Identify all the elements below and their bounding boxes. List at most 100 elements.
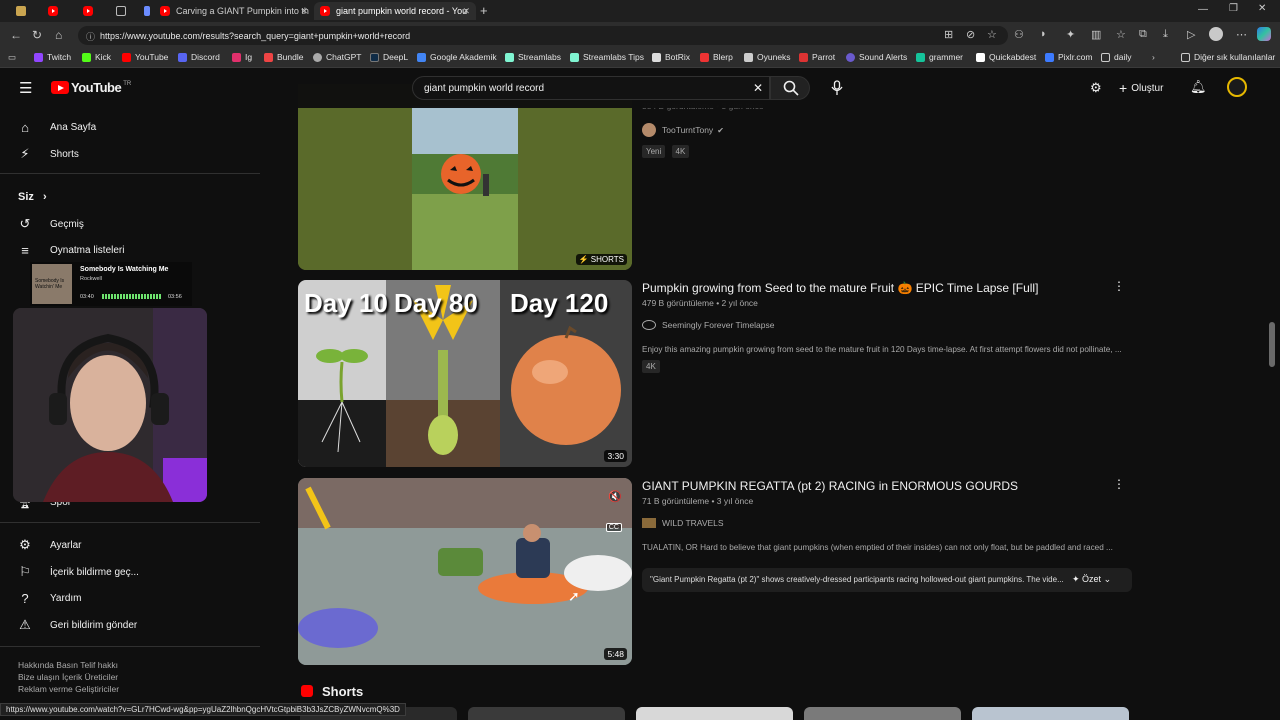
sidebar-item-shorts[interactable]: ⚡︎ Shorts [18, 144, 78, 164]
create-button[interactable]: + Oluştur [1119, 80, 1163, 96]
footer-links-1[interactable]: Hakkında Basın Telif hakkı [18, 660, 118, 670]
close-tab-icon[interactable]: ✕ [300, 6, 308, 17]
sidebar-item-history[interactable]: ↺ Geçmiş [18, 214, 84, 234]
page-scrollbar-thumb[interactable] [1269, 322, 1275, 367]
tab-pinned-2[interactable] [48, 2, 66, 20]
profile-avatar-icon[interactable] [1209, 27, 1223, 41]
close-tab-icon[interactable]: ✕ [462, 6, 470, 17]
restore-button[interactable]: ❐ [1229, 3, 1238, 14]
footer-links-2[interactable]: Bize ulaşın İçerik Üreticiler [18, 672, 118, 682]
short-card-2[interactable] [468, 707, 625, 720]
favorites-icon[interactable]: ☆ [1116, 28, 1126, 41]
footer-links-3[interactable]: Reklam verme Geliştiriciler [18, 684, 119, 694]
bookmark-folder-other[interactable]: Diğer sık kullanılanlar [1181, 52, 1275, 62]
bookmark-ig[interactable]: Ig [232, 52, 252, 62]
tab-carving-pumpkin[interactable]: Carving a GIANT Pumpkin into th ✕ [156, 2, 314, 20]
channel-row[interactable]: WILD TRAVELS [642, 518, 724, 528]
bookmark-discord[interactable]: Discord [178, 52, 220, 62]
tab-pinned-5[interactable] [144, 2, 152, 20]
bookmarks-overflow-icon[interactable]: › [1152, 52, 1155, 62]
bookmark-streamlabs[interactable]: Streamlabs [505, 52, 561, 62]
video-thumbnail-shorts[interactable]: ⚡ SHORTS [298, 84, 632, 270]
more-actions-icon[interactable]: ⋮ [1113, 477, 1125, 491]
site-info-icon[interactable]: ⓘ [86, 30, 95, 43]
channel-avatar[interactable] [642, 123, 656, 137]
short-card-5[interactable] [972, 707, 1129, 720]
tracking-icon[interactable]: ⊘ [966, 28, 975, 41]
extensions-icon[interactable]: ✦ [1066, 28, 1075, 41]
bookmark-twitch[interactable]: Twitch [34, 52, 71, 62]
short-card-4[interactable] [804, 707, 961, 720]
notifications-bell-icon[interactable]: 🔔︎ [1190, 79, 1207, 95]
youtube-logo[interactable]: YouTube TR [51, 80, 131, 95]
short-card-3[interactable] [636, 707, 793, 720]
bookmark-google-akademik[interactable]: Google Akademik [417, 52, 497, 62]
captions-icon[interactable]: CC [605, 523, 622, 532]
home-icon[interactable]: ⌂ [55, 28, 62, 42]
reload-icon[interactable]: ↻ [32, 28, 42, 42]
bookmark-chatgpt[interactable]: ChatGPT [313, 52, 361, 62]
bookmark-youtube[interactable]: YouTube [122, 52, 168, 62]
bookmark-oyuneks[interactable]: Oyuneks [744, 52, 791, 62]
search-button[interactable] [770, 76, 810, 100]
bookmark-folder-daily[interactable]: daily [1101, 52, 1131, 62]
hamburger-menu-icon[interactable]: ☰ [19, 79, 32, 97]
copilot-icon[interactable] [1257, 27, 1271, 41]
video-title[interactable]: GIANT PUMPKIN REGATTA (pt 2) RACING in E… [642, 479, 1018, 493]
collections-icon[interactable]: ⧉ [1139, 28, 1147, 41]
video-thumbnail-regatta[interactable]: 🔇 CC 5:48 ➚ [298, 478, 632, 665]
channel-name[interactable]: TooTurntTony [662, 125, 713, 135]
bookmark-kick[interactable]: Kick [82, 52, 111, 62]
tab-pinned-3[interactable] [83, 2, 101, 20]
tab-pinned-1[interactable] [16, 2, 34, 20]
url-field[interactable]: ⓘ https://www.youtube.com/results?search… [78, 26, 1008, 45]
downloads-icon[interactable]: ⤓ [1163, 28, 1168, 41]
bookmark-blerp[interactable]: Blerp [700, 52, 733, 62]
sidebar-item-report-history[interactable]: ⚐ İçerik bildirme geç... [18, 562, 139, 582]
sidebar-item-feedback[interactable]: ⚠ Geri bildirim gönder [18, 615, 137, 635]
sidebar-item-home[interactable]: ⌂ Ana Sayfa [18, 117, 96, 137]
channel-row[interactable]: Seemingly Forever Timelapse [642, 320, 774, 330]
channel-name[interactable]: Seemingly Forever Timelapse [662, 320, 774, 330]
bookmark-quickabdest[interactable]: Quickabdest [976, 52, 1036, 62]
bookmark-bundle[interactable]: Bundle [264, 52, 303, 62]
search-input[interactable]: giant pumpkin world record ✕ [412, 76, 770, 100]
clear-search-icon[interactable]: ✕ [753, 81, 763, 95]
more-menu-icon[interactable]: ⋯ [1236, 28, 1247, 41]
sidebar-item-settings[interactable]: ⚙ Ayarlar [18, 535, 81, 555]
channel-name[interactable]: WILD TRAVELS [662, 518, 724, 528]
summary-toggle-button[interactable]: ✦ Özet ⌄ [1072, 574, 1111, 585]
sidebar-toggle-icon[interactable]: ▭ [8, 52, 16, 63]
bookmark-streamlabs-tips[interactable]: Streamlabs Tips [570, 52, 644, 62]
bookmark-parrot[interactable]: Parrot [799, 52, 835, 62]
bookmark-deepl[interactable]: DeepL [370, 52, 408, 62]
sidebar-item-playlists[interactable]: ≡ Oynatma listeleri [18, 240, 124, 260]
window-close-button[interactable]: ✕ [1258, 3, 1266, 14]
premium-icon[interactable]: ⚙ [1090, 80, 1102, 96]
sidebar-section-you[interactable]: Siz › [18, 191, 47, 203]
tab-search-results[interactable]: giant pumpkin world record - You ✕ [314, 2, 476, 20]
install-app-icon[interactable]: ⊞ [944, 28, 953, 41]
bookmark-sound-alerts[interactable]: Sound Alerts [846, 52, 907, 62]
bookmark-pixlr[interactable]: Pixlr.com [1045, 52, 1092, 62]
tab-pinned-4[interactable] [116, 2, 134, 20]
favorite-star-icon[interactable]: ☆ [987, 28, 997, 41]
voice-search-button[interactable] [826, 77, 848, 99]
minimize-button[interactable]: — [1198, 4, 1208, 15]
video-title[interactable]: Pumpkin growing from Seed to the mature … [642, 281, 1038, 295]
new-tab-button[interactable]: + [480, 3, 488, 18]
video-thumbnail-timelapse[interactable]: Day 10 Day 80 Day 120 3:30 [298, 280, 632, 467]
split-screen-icon[interactable]: ▥ [1091, 28, 1101, 41]
sidebar-item-help[interactable]: ? Yardım [18, 588, 81, 608]
extension-icon[interactable]: ⚇ [1014, 28, 1024, 41]
channel-row[interactable]: TooTurntTony ✔ [642, 123, 724, 137]
channel-avatar[interactable] [642, 320, 656, 330]
share-icon[interactable]: ▷ [1187, 28, 1195, 41]
account-avatar[interactable] [1227, 77, 1247, 97]
bookmark-botrix[interactable]: BotRix [652, 52, 690, 62]
channel-avatar[interactable] [642, 518, 656, 528]
mute-icon[interactable]: 🔇 [608, 490, 622, 503]
more-actions-icon[interactable]: ⋮ [1113, 279, 1125, 293]
bookmark-grammer[interactable]: grammer [916, 52, 963, 62]
back-icon[interactable]: ← [10, 28, 22, 42]
